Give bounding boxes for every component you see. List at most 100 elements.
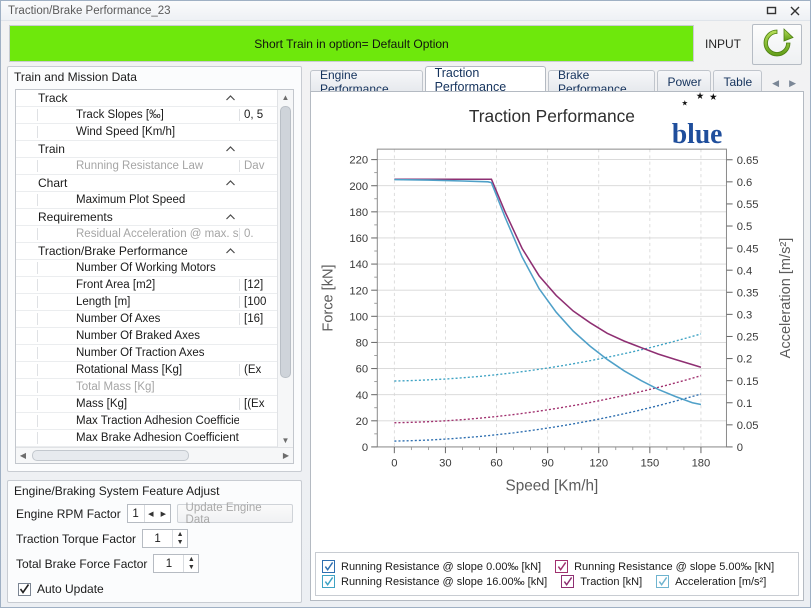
legend-item[interactable]: Traction [kN] (561, 575, 642, 588)
scroll-down-icon[interactable]: ▼ (282, 433, 290, 447)
tab-power[interactable]: Power (657, 70, 712, 92)
application-window: Traction/Brake Performance_23 Short Trai… (0, 0, 811, 608)
stepper-left-icon[interactable]: ◀ (145, 505, 158, 522)
engine-rpm-factor-buttons[interactable]: ◀ ▶ (143, 505, 170, 522)
traction-torque-factor-stepper[interactable]: 1 ▲ ▼ (142, 529, 189, 548)
refresh-button[interactable] (752, 24, 802, 65)
tree-row-label: Requirements (38, 210, 113, 224)
tree-category-row[interactable]: Track (16, 90, 277, 107)
tree-row-value[interactable]: 0. (239, 228, 277, 240)
engine-rpm-factor-stepper[interactable]: 1 ◀ ▶ (126, 504, 171, 523)
scroll-right-icon[interactable]: ▶ (279, 451, 293, 460)
star-icon: ★ (709, 92, 717, 102)
legend-item[interactable]: Acceleration [m/s²] (656, 575, 766, 588)
close-icon[interactable] (784, 2, 806, 20)
legend-checkbox[interactable] (322, 575, 335, 588)
engine-rpm-factor-row: Engine RPM Factor 1 ◀ ▶ Update Engine Da… (16, 501, 293, 526)
tree-vscroll-thumb[interactable] (280, 106, 291, 378)
tree-row-value[interactable]: [100 (239, 296, 277, 308)
tree-row-value[interactable]: (Ex (239, 364, 277, 376)
scroll-left-icon[interactable]: ◀ (16, 451, 30, 460)
tree-row-value[interactable]: Dav (239, 160, 277, 172)
chevron-right-icon[interactable]: ▶ (789, 78, 796, 89)
tree-property-row[interactable]: Residual Acceleration @ max. speed [m/s²… (16, 226, 277, 243)
auto-update-row[interactable]: Auto Update (16, 576, 293, 596)
tree-property-row[interactable]: Rotational Mass [Kg] (Ex (16, 362, 277, 379)
tree-hscroll-track[interactable] (30, 448, 279, 463)
y2-tick-label: 0.3 (737, 309, 753, 321)
traction-torque-factor-buttons[interactable]: ▲ ▼ (172, 530, 187, 547)
auto-update-checkbox[interactable] (18, 582, 31, 596)
tree-property-row[interactable]: Wind Speed [Km/h] (16, 124, 277, 141)
stepper-down-icon[interactable]: ▼ (173, 539, 187, 548)
property-tree[interactable]: Track Track Slopes [‰] 0, 5 Wind Speed [Km/… (15, 89, 294, 464)
chevron-up-icon[interactable] (221, 248, 239, 254)
total-brake-force-factor-buttons[interactable]: ▲ ▼ (183, 555, 198, 572)
tree-property-row[interactable]: Front Area [m2] [12] (16, 277, 277, 294)
x-tick-label: 120 (589, 458, 608, 470)
tree-row-label: Number Of Traction Axes (37, 347, 239, 359)
chevron-up-icon[interactable] (221, 214, 239, 220)
chevron-left-icon[interactable]: ◀ (772, 78, 779, 89)
maximize-icon[interactable] (760, 2, 782, 20)
tree-category-row[interactable]: Requirements (16, 209, 277, 226)
tab-table[interactable]: Table (713, 70, 763, 92)
chevron-up-icon[interactable] (221, 95, 239, 101)
legend-item[interactable]: Running Resistance @ slope 16.00‰ [kN] (322, 575, 547, 588)
tree-property-row[interactable]: Length [m] [100 (16, 294, 277, 311)
y-axis-label: Force [kN] (320, 264, 336, 331)
tree-vertical-scrollbar[interactable]: ▲ ▼ (277, 90, 293, 447)
tree-vscroll-track[interactable] (278, 104, 293, 433)
engine-rpm-factor-label: Engine RPM Factor (16, 506, 121, 521)
tree-category-row[interactable]: Traction/Brake Performance (16, 243, 277, 260)
tree-row-value[interactable]: [(Ex (239, 398, 277, 410)
legend-checkbox[interactable] (555, 560, 569, 573)
legend-label: Running Resistance @ slope 0.00‰ [kN] (341, 560, 542, 573)
tree-property-row[interactable]: Number Of Traction Axes (16, 345, 277, 362)
tree-row-label: Number Of Braked Axes (37, 330, 239, 342)
total-brake-force-factor-value[interactable]: 1 (154, 558, 183, 570)
tree-property-row[interactable]: Track Slopes [‰] 0, 5 (16, 107, 277, 124)
legend-checkbox[interactable] (656, 575, 670, 588)
tab-engine-performance[interactable]: Engine Performance (310, 68, 423, 96)
legend-checkbox[interactable] (322, 560, 335, 573)
y2-tick-label: 0.6 (737, 177, 753, 189)
total-brake-force-factor-row: Total Brake Force Factor 1 ▲ ▼ (16, 551, 293, 576)
stepper-up-icon[interactable]: ▲ (184, 555, 198, 564)
chevron-up-icon[interactable] (221, 146, 239, 152)
tree-row-value[interactable]: [12] (239, 279, 277, 291)
tree-category-row[interactable]: Train (16, 141, 277, 158)
y-tick-label: 160 (349, 233, 368, 245)
tree-hscroll-thumb[interactable] (32, 450, 189, 461)
tab-brake-performance[interactable]: Brake Performance (547, 68, 656, 96)
tree-property-row[interactable]: Maximum Plot Speed (16, 192, 277, 209)
stepper-up-icon[interactable]: ▲ (173, 530, 187, 539)
tree-property-row[interactable]: Total Mass [Kg] (16, 379, 277, 396)
total-brake-force-factor-stepper[interactable]: 1 ▲ ▼ (153, 554, 200, 573)
tree-property-row[interactable]: Number Of Working Motors (16, 260, 277, 277)
engine-rpm-factor-value[interactable]: 1 (128, 508, 144, 520)
tree-property-row[interactable]: Number Of Axes [16] (16, 311, 277, 328)
scroll-up-icon[interactable]: ▲ (282, 90, 290, 104)
traction-torque-factor-value[interactable]: 1 (143, 533, 172, 545)
legend-item[interactable]: Running Resistance @ slope 5.00‰ [kN] (555, 560, 774, 573)
tab-traction-performance[interactable]: Traction Performance (424, 66, 546, 94)
tree-row-value[interactable]: 0, 5 (239, 109, 277, 121)
tree-property-row[interactable]: Number Of Braked Axes (16, 328, 277, 345)
tree-property-row[interactable]: Max Brake Adhesion Coefficient (16, 430, 277, 447)
chevron-up-icon[interactable] (221, 180, 239, 186)
tree-property-row[interactable]: Running Resistance Law Dav (16, 158, 277, 175)
update-engine-data-button: Update Engine Data (176, 502, 293, 526)
legend-checkbox[interactable] (561, 575, 575, 588)
tree-horizontal-scrollbar[interactable]: ◀ ▶ (16, 447, 293, 463)
tree-row-value[interactable]: [16] (239, 313, 277, 325)
legend-label: Acceleration [m/s²] (675, 575, 767, 588)
main-body: Train and Mission Data Track Track Slopes… (1, 66, 810, 607)
stepper-right-icon[interactable]: ▶ (157, 505, 170, 522)
tree-property-row[interactable]: Max Traction Adhesion Coefficient (16, 413, 277, 430)
legend-item[interactable]: Running Resistance @ slope 0.00‰ [kN] (322, 560, 541, 573)
x-tick-label: 30 (439, 458, 451, 470)
tree-property-row[interactable]: Mass [Kg] [(Ex (16, 396, 277, 413)
tree-category-row[interactable]: Chart (16, 175, 277, 192)
stepper-down-icon[interactable]: ▼ (184, 564, 198, 573)
